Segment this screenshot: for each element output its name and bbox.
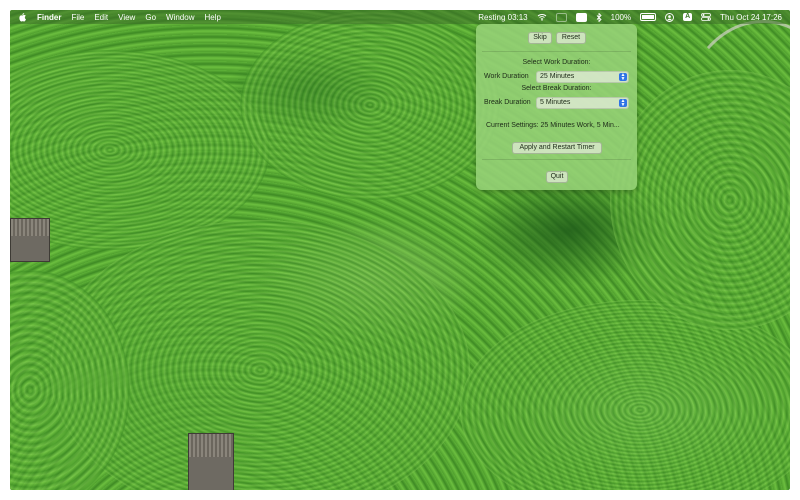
house <box>10 218 50 262</box>
control-center-icon[interactable] <box>701 13 712 21</box>
break-duration-value: 5 Minutes <box>540 99 571 106</box>
battery-percent: 100% <box>610 12 632 22</box>
menu-go[interactable]: Go <box>145 13 156 22</box>
house <box>188 433 234 490</box>
bluetooth-icon[interactable] <box>596 12 602 22</box>
work-duration-value: 25 Minutes <box>540 73 575 80</box>
timer-panel: Skip Reset Select Work Duration: Work Du… <box>476 24 637 190</box>
menu-app-name[interactable]: Finder <box>37 13 61 22</box>
work-duration-label: Work Duration <box>484 73 529 80</box>
menu-file[interactable]: File <box>71 13 84 22</box>
skip-button[interactable]: Skip <box>528 32 552 44</box>
screenshot-icon[interactable] <box>575 12 587 22</box>
input-source-indicator[interactable]: A <box>683 13 693 21</box>
apple-icon[interactable] <box>18 12 27 22</box>
divider <box>482 159 631 160</box>
status-timer[interactable]: Resting 03:13 <box>478 13 527 22</box>
divider <box>482 51 631 52</box>
menu-edit[interactable]: Edit <box>94 13 108 22</box>
work-duration-select[interactable]: 25 Minutes ▲ ▼ <box>536 71 629 83</box>
clock[interactable]: Thu Oct 24 17:26 <box>720 13 782 22</box>
current-settings-text: Current Settings: 25 Minutes Work, 5 Min… <box>486 122 620 129</box>
menu-view[interactable]: View <box>118 13 135 22</box>
wifi-icon[interactable] <box>537 13 547 21</box>
battery-icon[interactable] <box>640 13 657 21</box>
window-icon[interactable] <box>555 12 567 22</box>
apply-restart-button[interactable]: Apply and Restart Timer <box>512 142 602 154</box>
quit-button[interactable]: Quit <box>546 171 568 183</box>
menu-help[interactable]: Help <box>204 13 220 22</box>
menu-bar: Finder File Edit View Go Window Help Res… <box>10 10 790 24</box>
user-icon[interactable] <box>665 12 675 22</box>
terrace-field <box>240 10 500 200</box>
chevron-updown-icon: ▲ ▼ <box>619 98 627 108</box>
work-duration-heading: Select Work Duration: <box>522 59 591 66</box>
chevron-updown-icon: ▲ ▼ <box>619 72 627 82</box>
menu-window[interactable]: Window <box>166 13 194 22</box>
break-duration-select[interactable]: 5 Minutes ▲ ▼ <box>536 97 629 109</box>
break-duration-label: Break Duration <box>484 99 531 106</box>
break-duration-heading: Select Break Duration: <box>521 85 592 92</box>
desktop: Finder File Edit View Go Window Help Res… <box>10 10 790 490</box>
reset-button[interactable]: Reset <box>556 32 586 44</box>
